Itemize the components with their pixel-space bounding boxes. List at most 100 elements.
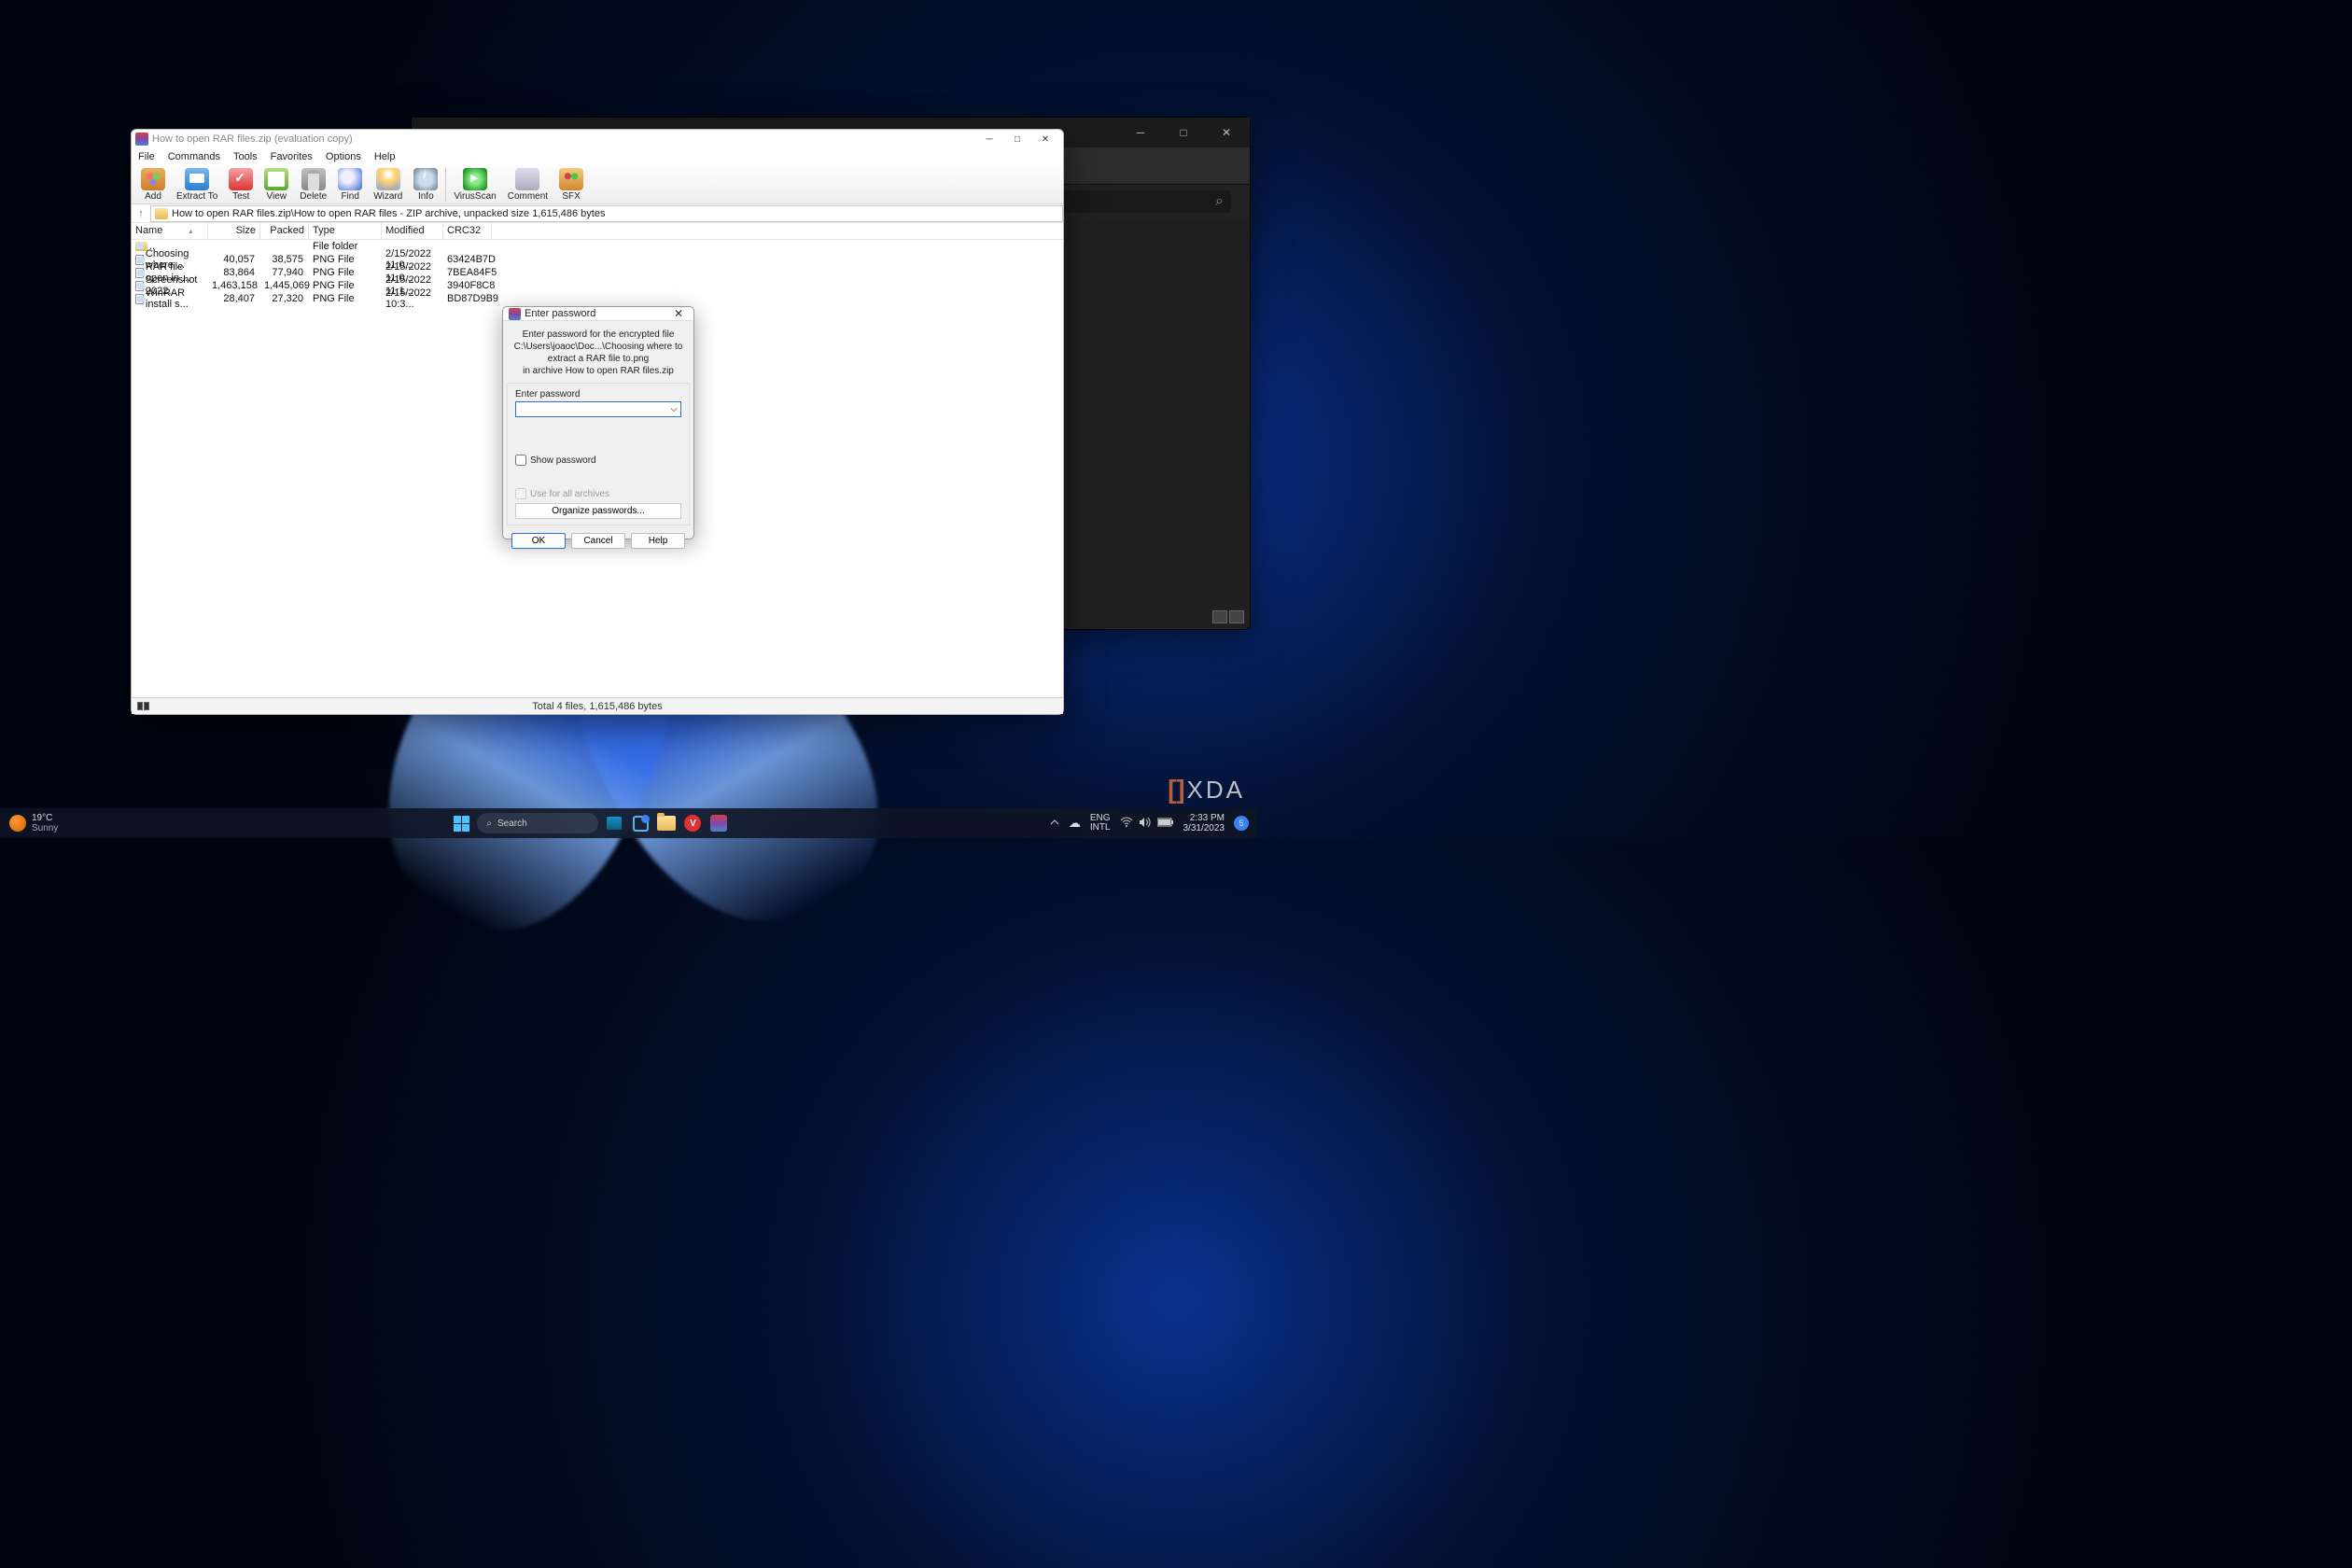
- menu-tools[interactable]: Tools: [227, 151, 264, 162]
- language-indicator[interactable]: ENGINTL: [1090, 814, 1111, 833]
- bg-search-box[interactable]: ⌕: [1044, 190, 1231, 213]
- winrar-menubar: File Commands Tools Favorites Options He…: [132, 148, 1063, 165]
- tool-info[interactable]: Info: [408, 168, 443, 202]
- stack-icon: [141, 168, 165, 190]
- col-name[interactable]: Name: [132, 223, 208, 239]
- password-label: Enter password: [515, 389, 681, 399]
- menu-options[interactable]: Options: [319, 151, 368, 162]
- volume-icon: [1139, 817, 1152, 831]
- taskbar-weather[interactable]: 19°C Sunny: [0, 813, 131, 833]
- table-row[interactable]: WinRAR install s...28,40727,320PNG File2…: [132, 292, 1063, 305]
- dialog-message: Enter password for the encrypted file C:…: [503, 321, 693, 381]
- taskbar: 19°C Sunny ⌕ Search V ☁ ENGINTL: [0, 808, 1256, 838]
- table-row[interactable]: Screenshot 2022...1,463,1581,445,069PNG …: [132, 279, 1063, 292]
- table-row[interactable]: Choosing where ...40,05738,575PNG File2/…: [132, 253, 1063, 266]
- search-icon: ⌕: [1215, 193, 1224, 210]
- up-folder-button[interactable]: ↑: [132, 208, 150, 219]
- tool-add[interactable]: Add: [135, 168, 171, 202]
- taskbar-search[interactable]: ⌕ Search: [477, 813, 598, 833]
- tool-sfx[interactable]: SFX: [553, 168, 589, 202]
- tray-onedrive-icon[interactable]: ☁: [1069, 816, 1081, 831]
- file-icon: [135, 294, 144, 304]
- tool-comment[interactable]: Comment: [502, 168, 553, 202]
- system-tray[interactable]: [1120, 817, 1174, 831]
- status-text: Total 4 files, 1,615,486 bytes: [132, 701, 1063, 712]
- password-input[interactable]: [515, 401, 681, 417]
- show-password-checkbox[interactable]: Show password: [515, 455, 681, 466]
- search-icon: ⌕: [486, 819, 492, 829]
- folder-icon: [135, 242, 147, 251]
- table-row[interactable]: ..File folder: [132, 240, 1063, 253]
- tool-test[interactable]: Test: [223, 168, 259, 202]
- notification-badge[interactable]: 5: [1234, 816, 1249, 831]
- start-button[interactable]: [451, 813, 471, 833]
- taskbar-app-edge[interactable]: [630, 813, 651, 833]
- col-packed[interactable]: Packed: [260, 223, 309, 239]
- tray-overflow-button[interactable]: [1050, 818, 1059, 830]
- folder-icon: [657, 816, 676, 831]
- wand-icon: [376, 168, 400, 190]
- taskbar-app-vivaldi[interactable]: V: [682, 813, 703, 833]
- taskbar-app-explorer[interactable]: [656, 813, 677, 833]
- bg-view-details-icon[interactable]: [1212, 610, 1227, 623]
- menu-file[interactable]: File: [132, 151, 161, 162]
- winrar-icon: [710, 815, 727, 832]
- menu-commands[interactable]: Commands: [161, 151, 227, 162]
- check-icon: [229, 168, 253, 190]
- password-dropdown-button[interactable]: [666, 402, 680, 416]
- use-for-all-checkbox: Use for all archives: [515, 488, 681, 499]
- tool-wizard[interactable]: Wizard: [368, 168, 408, 202]
- task-view-icon: [607, 817, 622, 830]
- tool-delete[interactable]: Delete: [294, 168, 332, 202]
- col-type[interactable]: Type: [309, 223, 382, 239]
- file-icon: [135, 281, 144, 291]
- help-button[interactable]: Help: [631, 533, 685, 549]
- chevron-up-icon: [1050, 818, 1059, 827]
- archive-path-bar[interactable]: How to open RAR files.zip\How to open RA…: [150, 205, 1063, 222]
- battery-icon: [1157, 818, 1174, 830]
- maximize-button[interactable]: □: [1003, 130, 1031, 148]
- minimize-button[interactable]: ─: [975, 130, 1003, 148]
- dialog-titlebar[interactable]: Enter password ✕: [503, 307, 693, 321]
- weather-desc: Sunny: [32, 823, 58, 833]
- col-size[interactable]: Size: [208, 223, 260, 239]
- menu-favorites[interactable]: Favorites: [264, 151, 319, 162]
- task-view-button[interactable]: [604, 813, 624, 833]
- organize-passwords-button[interactable]: Organize passwords...: [515, 503, 681, 519]
- tool-extract[interactable]: Extract To: [171, 168, 223, 202]
- file-list-header: Name Size Packed Type Modified CRC32: [132, 223, 1063, 240]
- chevron-down-icon: [670, 406, 678, 413]
- tool-find[interactable]: Find: [332, 168, 368, 202]
- file-icon: [135, 255, 144, 265]
- xda-watermark: [ ]XDA: [1168, 775, 1245, 805]
- dialog-close-button[interactable]: ✕: [669, 307, 688, 320]
- winrar-titlebar[interactable]: How to open RAR files.zip (evaluation co…: [132, 130, 1063, 148]
- file-icon: [135, 268, 144, 278]
- sun-icon: [9, 815, 26, 832]
- info-icon: [413, 168, 438, 190]
- taskbar-clock[interactable]: 2:33 PM3/31/2023: [1183, 813, 1225, 833]
- bg-view-large-icon[interactable]: [1229, 610, 1244, 623]
- wifi-icon: [1120, 817, 1133, 831]
- magnifier-icon: [338, 168, 362, 190]
- close-button[interactable]: ✕: [1031, 130, 1059, 148]
- bg-close-button[interactable]: ✕: [1212, 126, 1240, 139]
- winrar-title-text: How to open RAR files.zip (evaluation co…: [152, 133, 353, 145]
- shield-icon: [463, 168, 487, 190]
- tool-view[interactable]: View: [259, 168, 294, 202]
- sfx-icon: [559, 168, 583, 190]
- tool-virusscan[interactable]: VirusScan: [448, 168, 501, 202]
- table-row[interactable]: RAR file open in ...83,86477,940PNG File…: [132, 266, 1063, 279]
- col-modified[interactable]: Modified: [382, 223, 443, 239]
- col-crc32[interactable]: CRC32: [443, 223, 492, 239]
- taskbar-app-winrar[interactable]: [708, 813, 729, 833]
- ok-button[interactable]: OK: [511, 533, 566, 549]
- trash-icon: [301, 168, 326, 190]
- edge-icon: [633, 816, 649, 832]
- menu-help[interactable]: Help: [368, 151, 402, 162]
- bg-maximize-button[interactable]: □: [1169, 126, 1197, 139]
- bg-minimize-button[interactable]: ─: [1127, 126, 1155, 139]
- comment-icon: [515, 168, 539, 190]
- winrar-app-icon: [509, 308, 521, 320]
- cancel-button[interactable]: Cancel: [571, 533, 625, 549]
